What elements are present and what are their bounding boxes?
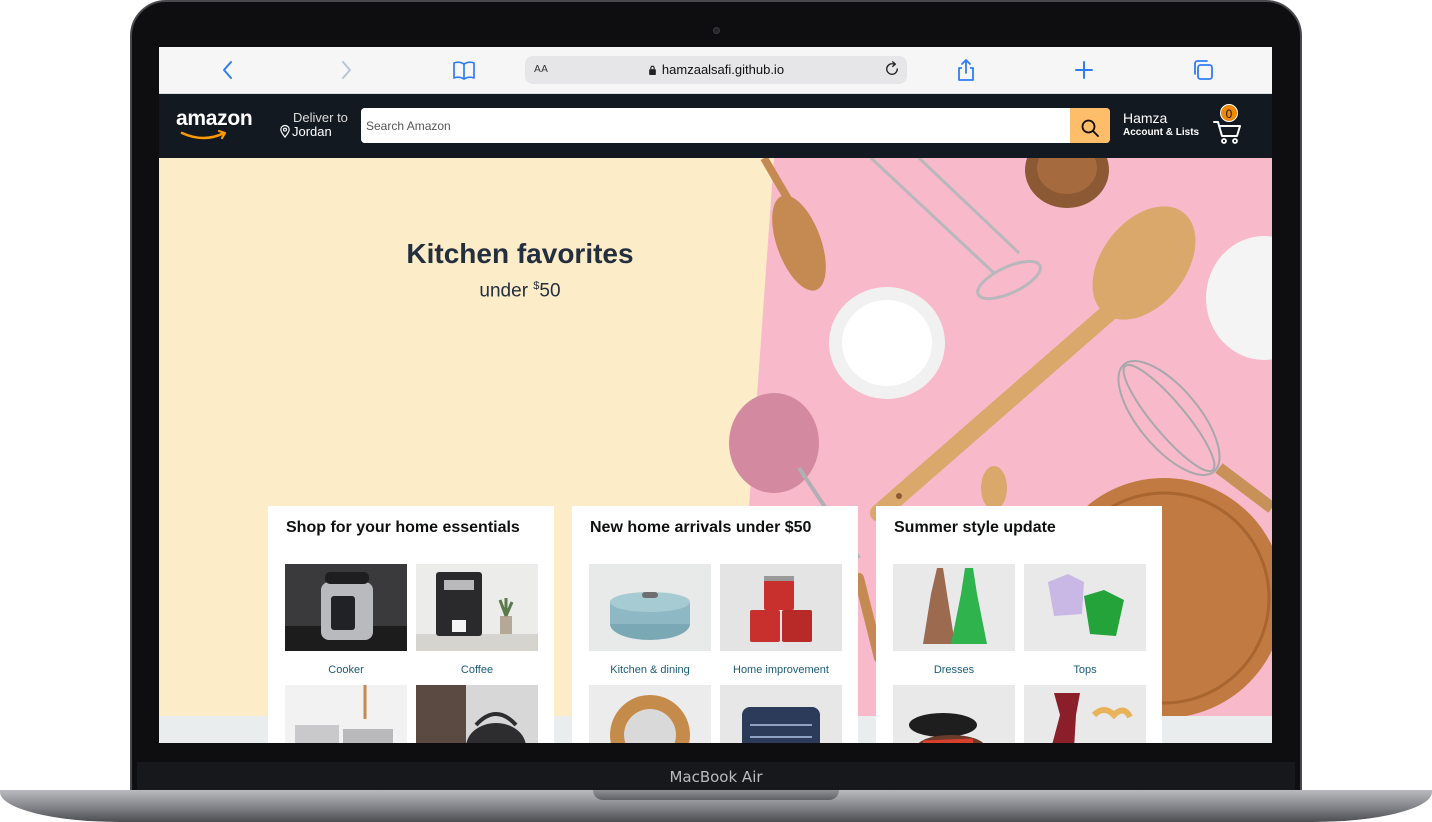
search-input[interactable] [361,108,1070,143]
sandals-image [893,685,1015,743]
coffee-machine-image [416,564,538,651]
forward-icon[interactable] [333,58,359,82]
hero-title: Kitchen favorites [406,238,634,269]
camera-icon [713,27,720,34]
tile-sandals[interactable] [893,685,1015,743]
card-summer-style: Summer style update Dresses Tops [876,506,1162,743]
search-button[interactable] [1070,108,1110,143]
hero-amount: 50 [539,280,561,302]
device-label: MacBook Air [669,768,763,786]
search-icon [1081,119,1099,137]
cookware-image [285,685,407,743]
card-new-home-arrivals: New home arrivals under $50 Kitchen & di… [572,506,858,743]
tile-label[interactable]: Tops [1024,664,1146,676]
hero-subtitle-prefix: under [479,280,534,302]
account-menu[interactable]: Hamza Account & Lists [1123,111,1199,139]
hero-subtitle: under $50 [359,280,681,302]
dutch-oven-image [589,564,711,651]
deliver-to[interactable]: Deliver to Jordan [279,111,348,139]
deliver-location: Jordan [292,124,332,139]
cooker-image [285,564,407,651]
site-header: amazon Deliver to Jordan Hamza Account &… [159,94,1272,158]
tops-image [1024,564,1146,651]
tile-label[interactable]: Cooker [285,664,407,676]
account-lists-label: Account & Lists [1123,127,1200,138]
address-bar[interactable]: AA hamzaalsafi.github.io [525,56,907,84]
tile-kitchen-dining[interactable]: Kitchen & dining [589,564,711,676]
tile-pillow[interactable] [720,685,842,743]
laptop-chin: MacBook Air [137,762,1295,793]
lock-icon [649,65,656,75]
tile-label[interactable]: Home improvement [720,664,842,676]
share-icon[interactable] [953,58,979,82]
tile-label[interactable]: Dresses [893,664,1015,676]
cart-count-badge: 0 [1220,104,1238,122]
bookmarks-icon[interactable] [451,58,477,82]
logo-smile-icon [180,130,227,140]
pillow-image [720,685,842,743]
mirror-image [589,685,711,743]
new-tab-icon[interactable] [1071,58,1097,82]
laptop-notch [593,790,839,800]
card-title: Summer style update [894,519,1056,536]
browser-toolbar: AA hamzaalsafi.github.io [159,47,1272,94]
search-bar [361,108,1110,143]
back-icon[interactable] [215,58,241,82]
tile-cooker[interactable]: Cooker [285,564,407,676]
cart-icon [1213,121,1241,144]
tile-label[interactable]: Coffee [416,664,538,676]
paint-cans-image [720,564,842,651]
tile-mirror[interactable] [589,685,711,743]
tile-dresses[interactable]: Dresses [893,564,1015,676]
laptop-mockup: AA hamzaalsafi.github.io amazon Deliver … [0,0,1432,822]
card-home-essentials: Shop for your home essentials Cooker Cof… [268,506,554,743]
account-name: Hamza [1123,110,1168,126]
tile-label[interactable]: Kitchen & dining [589,664,711,676]
tabs-icon[interactable] [1190,58,1216,82]
amazon-logo[interactable]: amazon [176,107,253,131]
dresses-image [893,564,1015,651]
url-text: hamzaalsafi.github.io [661,62,785,77]
deliver-label: Deliver to [293,110,348,125]
reload-icon[interactable] [883,60,901,78]
tile-home-improvement[interactable]: Home improvement [720,564,842,676]
tile-cookware[interactable] [285,685,407,743]
card-title: Shop for your home essentials [286,519,520,536]
tile-kettle[interactable] [416,685,538,743]
screen: AA hamzaalsafi.github.io amazon Deliver … [159,47,1272,743]
kettle-image [416,685,538,743]
cart-button[interactable]: 0 [1212,104,1246,144]
tile-coffee[interactable]: Coffee [416,564,538,676]
tile-tops[interactable]: Tops [1024,564,1146,676]
swimwear-image [1024,685,1146,743]
location-pin-icon [280,125,290,138]
card-title: New home arrivals under $50 [590,519,812,536]
tile-swimwear[interactable] [1024,685,1146,743]
